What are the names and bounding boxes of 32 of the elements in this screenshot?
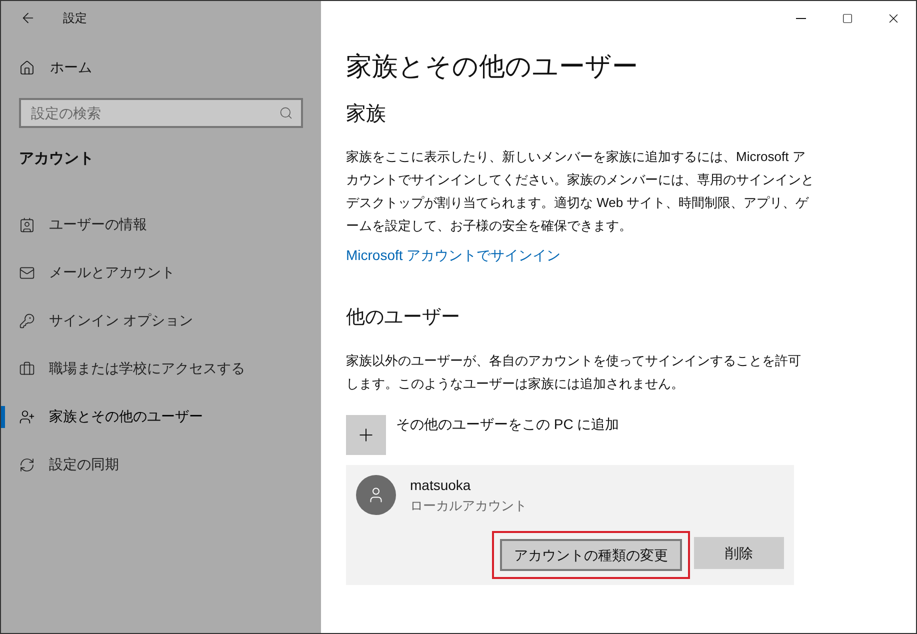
briefcase-icon (19, 360, 35, 376)
home-icon (19, 60, 35, 76)
section-heading: アカウント (19, 149, 94, 169)
family-description: 家族をここに表示したり、新しいメンバーを家族に追加するには、Microsoft アカウントでサインインしてください。家族のメンバーには、専用のサインインとデスクトップが割り当てられます。適切な Web サイト、時間制限、アプリ、ゲームを設定して、お子様の安全を確保できます。 (346, 148, 815, 235)
sidebar-item[interactable]: メールとアカウント (19, 262, 175, 283)
action-button[interactable]: アカウントの種類の変更 (500, 539, 682, 571)
action-button[interactable]: 削除 (694, 537, 784, 569)
sidebar-item[interactable]: サインイン オプション (19, 310, 193, 331)
contact-card-icon (19, 216, 35, 232)
sidebar-item[interactable]: 家族とその他のユーザー (19, 406, 203, 427)
family-heading: 家族 (346, 102, 386, 127)
home-link[interactable]: ホーム (19, 57, 92, 78)
sign-in-link[interactable]: Microsoft アカウントでサインイン (346, 245, 561, 266)
window-title: 設定 (63, 10, 87, 27)
mail-icon (19, 264, 35, 280)
sidebar-item[interactable]: 職場または学校にアクセスする (19, 358, 245, 379)
other-users-heading: 他のユーザー (346, 306, 460, 330)
account-type: ローカルアカウント (410, 496, 527, 514)
add-user-button[interactable]: その他のユーザーをこの PC に追加 (346, 414, 620, 454)
page-title: 家族とその他のユーザー (346, 53, 638, 79)
sidebar-item[interactable]: 設定の同期 (19, 454, 119, 475)
sync-icon (19, 456, 35, 472)
user-add-icon (19, 408, 35, 424)
search-icon (279, 106, 293, 120)
sidebar-item[interactable]: ユーザーの情報 (19, 214, 147, 235)
user-name: matsuoka (410, 476, 472, 494)
plus-icon (346, 414, 386, 454)
avatar-icon (356, 474, 396, 515)
other-users-description: 家族以外のユーザーが、各自のアカウントを使ってサインインすることを許可します。このようなユーザーは家族には追加されません。 (346, 352, 802, 392)
search-field[interactable]: 設定の検索 (19, 98, 303, 128)
maximize-icon (842, 12, 852, 24)
key-icon (19, 312, 35, 328)
